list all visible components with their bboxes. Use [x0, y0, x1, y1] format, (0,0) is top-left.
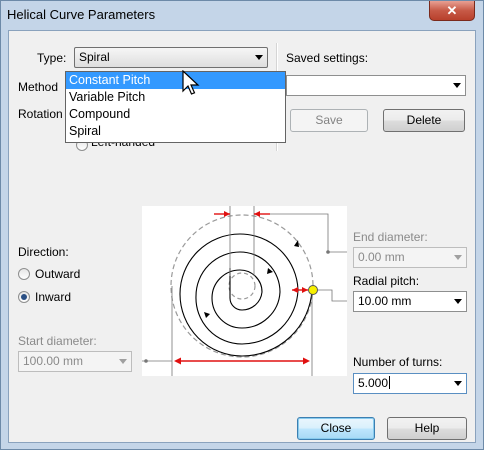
method-label: Method: [18, 80, 59, 94]
end-diameter-input[interactable]: 0.00 mm: [353, 247, 467, 268]
spiral-diagram: [142, 206, 347, 376]
type-option-constant-pitch[interactable]: Constant Pitch: [66, 72, 285, 89]
end-diameter-label: End diameter:: [353, 230, 428, 244]
start-diameter-label: Start diameter:: [18, 334, 97, 348]
type-option-compound[interactable]: Compound: [66, 106, 285, 123]
chevron-down-icon: [454, 255, 462, 260]
help-button[interactable]: Help: [387, 417, 467, 440]
type-dropdown-list: Constant Pitch Variable Pitch Compound S…: [65, 71, 286, 143]
type-option-variable-pitch[interactable]: Variable Pitch: [66, 89, 285, 106]
radial-pitch-label: Radial pitch:: [353, 274, 420, 288]
window-close-button[interactable]: ✕: [429, 1, 475, 21]
close-icon: ✕: [446, 2, 458, 18]
rotation-label: Rotation: [18, 107, 63, 121]
window-title: Helical Curve Parameters: [7, 7, 156, 22]
dialog-window: Helical Curve Parameters ✕ Type: Spiral …: [0, 0, 484, 450]
start-diameter-input[interactable]: 100.00 mm: [18, 351, 132, 372]
leader-dot: [144, 359, 148, 363]
start-diameter-value: 100.00 mm: [23, 354, 84, 368]
type-option-spiral[interactable]: Spiral: [66, 123, 285, 140]
chevron-down-icon: [453, 83, 461, 88]
inward-label: Inward: [35, 290, 72, 304]
outward-radio[interactable]: [18, 268, 30, 280]
number-of-turns-input[interactable]: 5.000: [353, 373, 467, 394]
delete-button[interactable]: Delete: [383, 109, 465, 132]
type-select-value: Spiral: [79, 50, 110, 64]
saved-settings-select[interactable]: [286, 75, 466, 96]
outward-label: Outward: [35, 267, 81, 281]
inward-radio[interactable]: [18, 291, 30, 303]
chevron-down-icon: [119, 359, 127, 364]
direction-label: Direction:: [18, 245, 69, 259]
end-diameter-value: 0.00 mm: [358, 250, 405, 264]
start-point-marker-icon: [308, 285, 318, 295]
type-select[interactable]: Spiral: [74, 47, 268, 68]
save-button[interactable]: Save: [290, 109, 368, 132]
chevron-down-icon: [454, 299, 462, 304]
text-caret: [389, 376, 391, 389]
close-button[interactable]: Close: [297, 417, 375, 440]
saved-settings-label: Saved settings:: [286, 51, 369, 65]
radial-pitch-value: 10.00 mm: [358, 294, 412, 308]
radial-pitch-input[interactable]: 10.00 mm: [353, 291, 467, 312]
number-of-turns-label: Number of turns:: [353, 355, 443, 369]
mouse-cursor-icon: [182, 70, 200, 95]
chevron-down-icon: [454, 381, 462, 386]
type-label: Type:: [37, 51, 67, 65]
title-bar[interactable]: Helical Curve Parameters ✕: [1, 1, 483, 29]
leader-dot: [326, 250, 330, 254]
chevron-down-icon: [255, 55, 263, 60]
number-of-turns-value: 5.000: [358, 376, 389, 390]
